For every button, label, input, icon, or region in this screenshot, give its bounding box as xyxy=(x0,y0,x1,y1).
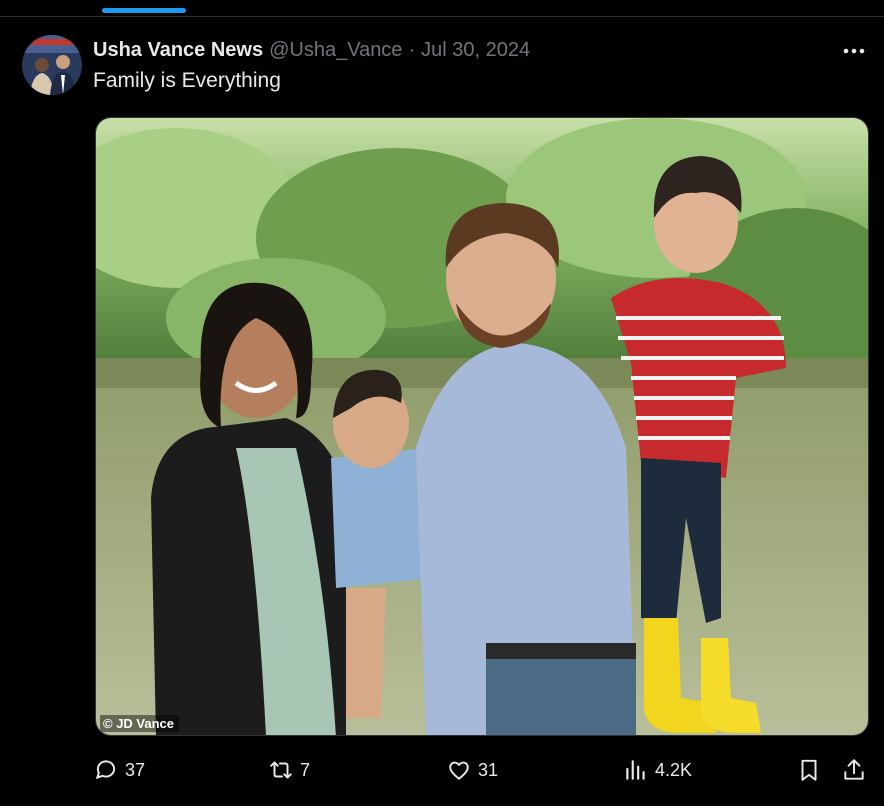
timestamp[interactable]: Jul 30, 2024 xyxy=(421,39,530,62)
bookmark-icon xyxy=(801,759,817,781)
tweet-photo[interactable]: © JD Vance xyxy=(95,117,869,736)
reply-button[interactable]: 37 xyxy=(93,755,145,785)
reply-icon xyxy=(95,760,116,780)
heart-icon xyxy=(449,761,469,780)
action-bar: 37 7 31 4.2K xyxy=(0,755,884,785)
top-bar xyxy=(0,0,884,17)
like-button[interactable]: 31 xyxy=(446,755,498,785)
retweet-icon xyxy=(270,761,292,779)
views-button[interactable]: 4.2K xyxy=(623,755,692,785)
display-name[interactable]: Usha Vance News xyxy=(93,39,263,62)
share-icon xyxy=(844,759,864,780)
tweet-text: Family is Everything xyxy=(93,69,281,92)
share-button[interactable] xyxy=(841,755,867,785)
family-photo xyxy=(96,118,868,735)
more-button[interactable] xyxy=(836,41,872,61)
bookmark-button[interactable] xyxy=(796,755,822,785)
active-tab-indicator xyxy=(102,8,186,13)
like-count: 31 xyxy=(478,759,499,780)
handle[interactable]: @Usha_Vance xyxy=(269,39,402,62)
separator: · xyxy=(408,38,416,61)
tweet-header: Usha Vance News @Usha_Vance · Jul 30, 20… xyxy=(93,36,530,64)
retweet-button[interactable]: 7 xyxy=(268,755,310,785)
reply-count: 37 xyxy=(125,759,146,780)
retweet-count: 7 xyxy=(300,759,311,780)
more-horizontal-icon xyxy=(843,48,865,54)
photo-credit: © JD Vance xyxy=(100,715,180,732)
view-count: 4.2K xyxy=(655,759,693,780)
tweet[interactable]: Usha Vance News @Usha_Vance · Jul 30, 20… xyxy=(0,17,884,806)
avatar[interactable] xyxy=(22,35,82,95)
views-icon xyxy=(626,760,645,780)
